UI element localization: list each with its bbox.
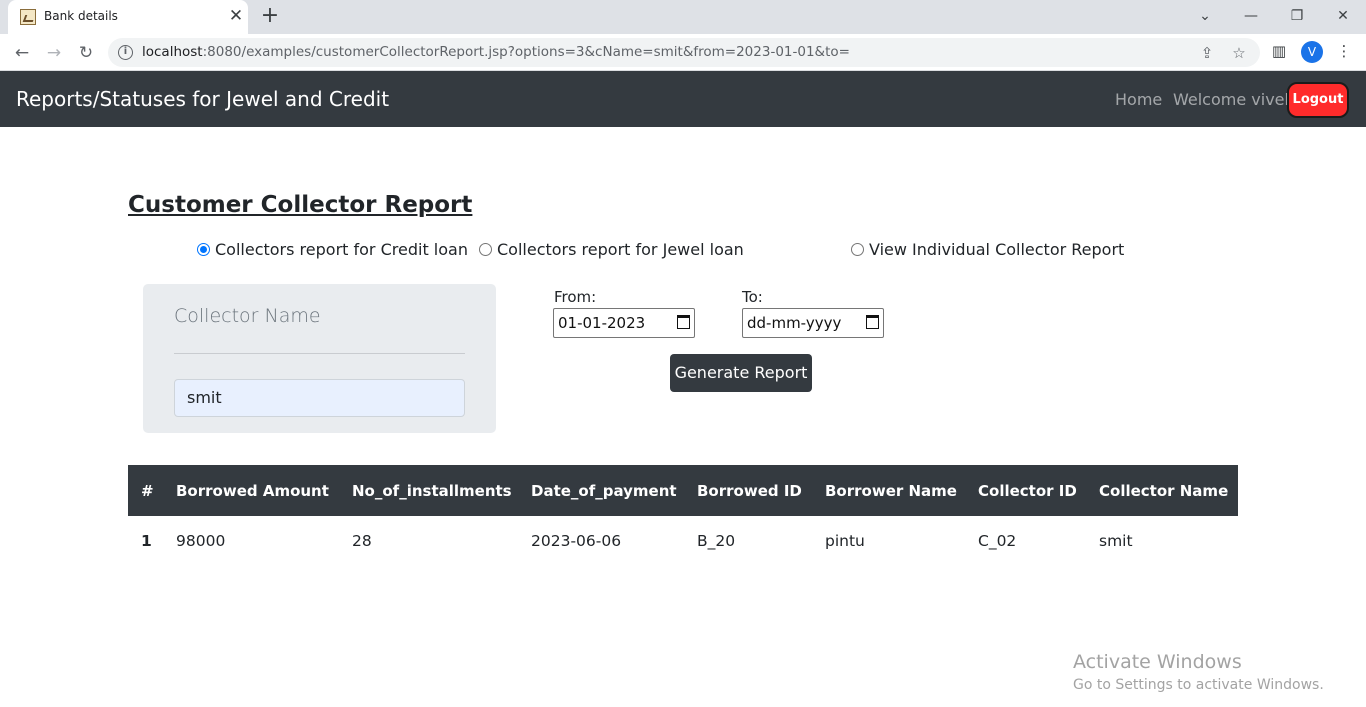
from-date-value: 01-01-2023 [558,314,646,332]
window-close-icon[interactable]: ✕ [1331,4,1355,28]
calendar-icon[interactable] [677,315,690,329]
to-date-input[interactable]: dd-mm-yyyy [742,308,884,338]
site-info-icon[interactable]: i [118,45,133,60]
nav-home-link[interactable]: Home [1115,90,1162,109]
generate-report-button[interactable]: Generate Report [670,354,812,392]
profile-avatar[interactable]: V [1301,41,1323,63]
column-header: Borrowed Amount [176,482,329,500]
table-cell: 98000 [176,532,226,550]
report-table: # Borrowed Amount No_of_installments Dat… [128,465,1238,550]
app-navbar: Reports/Statuses for Jewel and Credit Ho… [0,71,1366,127]
radio-label: Collectors report for Credit loan [215,240,468,259]
to-date-placeholder: dd-mm-yyyy [747,314,842,332]
browser-tab-bar: Bank details ✕ + ⌄ — ❐ ✕ [0,0,1366,34]
radio-label: View Individual Collector Report [869,240,1125,259]
address-bar[interactable]: i localhost:8080/examples/customerCollec… [108,38,1260,67]
tab-title: Bank details [44,9,118,23]
bookmark-star-icon[interactable]: ☆ [1228,42,1250,64]
table-cell: C_02 [978,532,1017,550]
table-cell: 28 [352,532,372,550]
from-date-input[interactable]: 01-01-2023 [553,308,695,338]
page-title: Customer Collector Report [128,192,473,218]
table-cell: pintu [825,532,865,550]
divider [174,353,465,354]
favicon-icon [20,9,36,25]
calendar-icon[interactable] [866,315,879,329]
column-header: # [141,482,154,500]
back-icon[interactable]: ← [9,40,35,66]
table-cell: B_20 [697,532,736,550]
radio-button-checked[interactable] [197,243,210,256]
tab-search-icon[interactable]: ⌄ [1193,4,1217,28]
table-cell: 2023-06-06 [531,532,622,550]
collector-name-card: Collector Name smit [143,284,496,433]
column-header: Borrower Name [825,482,957,500]
browser-toolbar: ← → ↻ i localhost:8080/examples/customer… [0,34,1366,71]
column-header: Collector ID [978,482,1077,500]
tab-close-icon[interactable]: ✕ [226,6,246,26]
reload-icon[interactable]: ↻ [73,40,99,66]
radio-jewel-loan[interactable]: Collectors report for Jewel loan [479,240,744,259]
table-cell: smit [1099,532,1133,550]
radio-button[interactable] [479,243,492,256]
restore-icon[interactable]: ❐ [1285,4,1309,28]
radio-individual-report[interactable]: View Individual Collector Report [851,240,1124,259]
column-header: Collector Name [1099,482,1229,500]
share-icon[interactable]: ⇪ [1196,42,1218,64]
collector-name-label: Collector Name [174,305,321,327]
url-host: localhost [142,44,203,60]
logout-button[interactable]: Logout [1287,82,1349,118]
from-label: From: [554,288,597,306]
radio-button[interactable] [851,243,864,256]
radio-label: Collectors report for Jewel loan [497,240,744,259]
table-header: # Borrowed Amount No_of_installments Dat… [128,465,1238,516]
navbar-brand[interactable]: Reports/Statuses for Jewel and Credit [16,87,389,111]
column-header: No_of_installments [352,482,512,500]
url-path: :8080/examples/customerCollectorReport.j… [202,44,850,60]
activate-windows-subtitle: Go to Settings to activate Windows. [1073,677,1324,693]
welcome-text: Welcome vivek [1173,90,1294,109]
minimize-icon[interactable]: — [1239,4,1263,28]
table-cell: 1 [141,532,152,550]
radio-credit-loan[interactable]: Collectors report for Credit loan [197,240,468,259]
menu-kebab-icon[interactable]: ⋮ [1333,40,1355,62]
collector-name-input[interactable]: smit [174,379,465,417]
new-tab-button[interactable]: + [258,4,282,28]
column-header: Date_of_payment [531,482,677,500]
column-header: Borrowed ID [697,482,802,500]
activate-windows-title: Activate Windows [1073,651,1242,673]
url-text[interactable]: localhost:8080/examples/customerCollecto… [142,44,850,60]
to-label: To: [742,288,763,306]
browser-tab[interactable]: Bank details ✕ [8,0,248,34]
side-panel-icon[interactable]: ▥ [1268,40,1290,62]
forward-icon[interactable]: → [41,40,67,66]
